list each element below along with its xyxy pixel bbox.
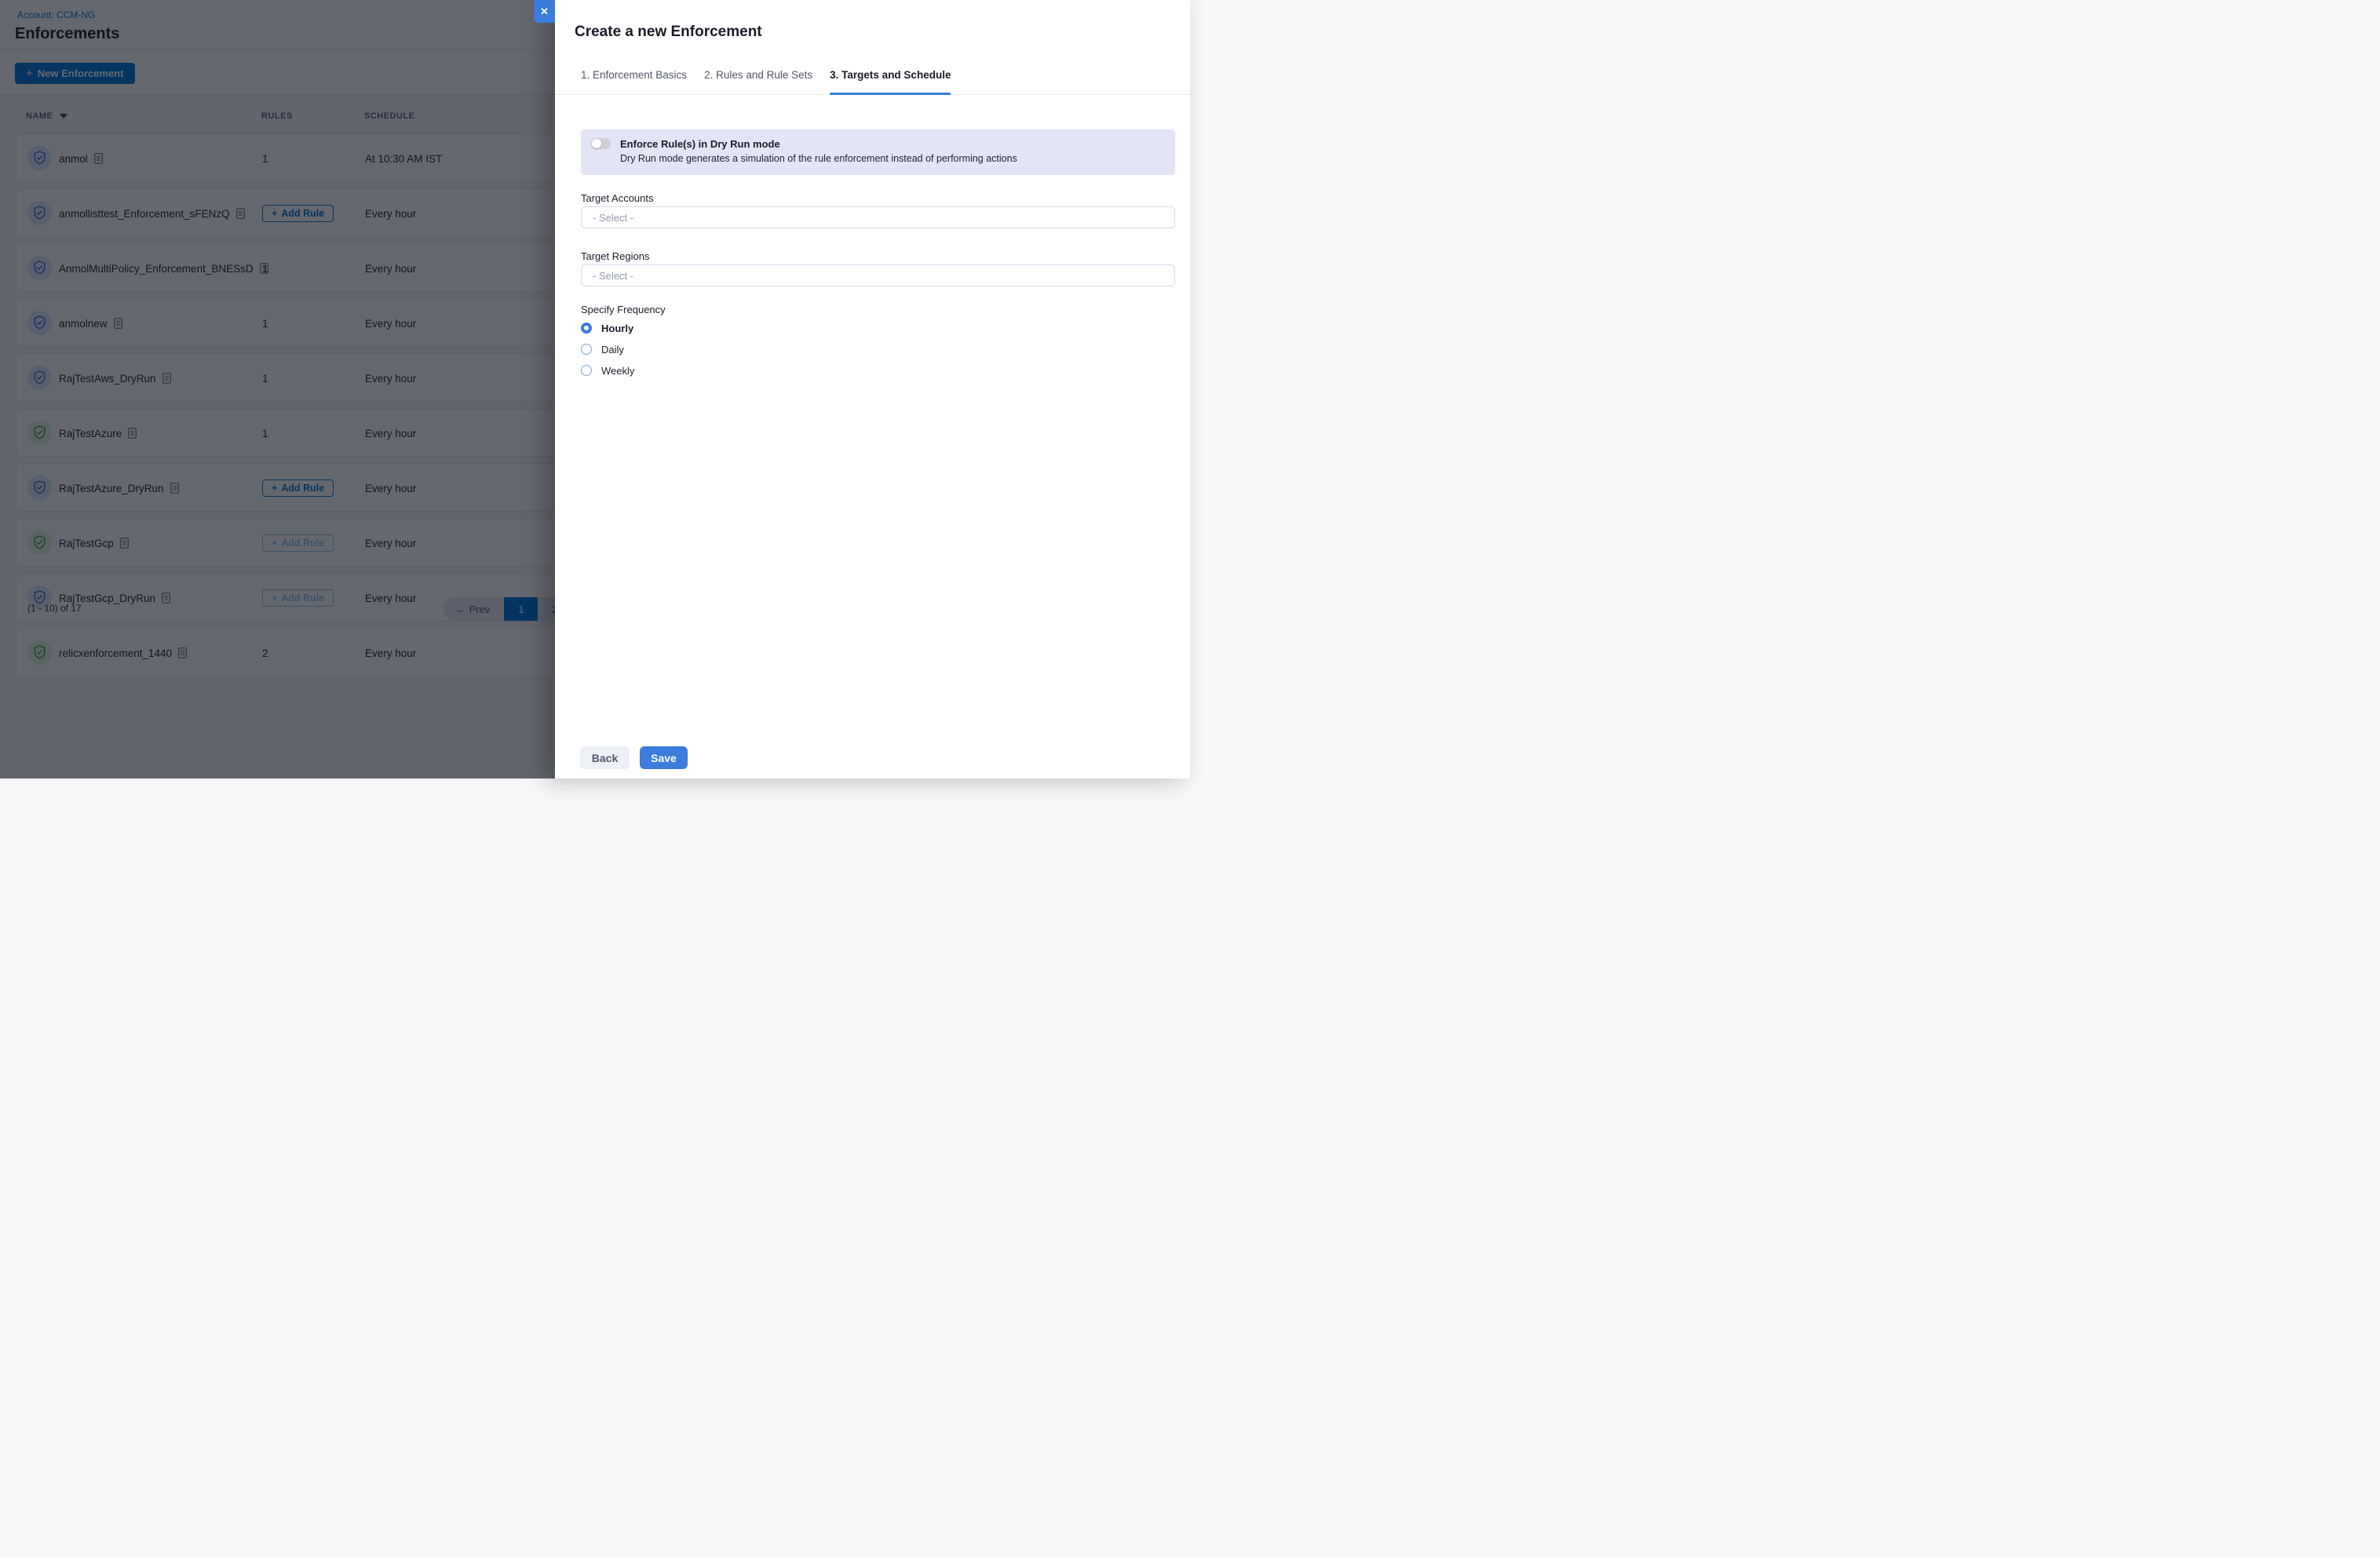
dry-run-banner: Enforce Rule(s) in Dry Run mode Dry Run … [581,129,1175,175]
toggle-knob [592,139,601,148]
target-regions-label: Target Regions [581,250,649,262]
radio-daily[interactable]: Daily [581,341,624,357]
close-drawer-button[interactable]: ✕ [534,0,555,23]
target-accounts-label: Target Accounts [581,192,654,204]
drawer-title: Create a new Enforcement [575,24,762,41]
radio-weekly[interactable]: Weekly [581,363,634,378]
radio-unselected-icon [581,344,592,355]
tab-rules-and-rule-sets[interactable]: 2. Rules and Rule Sets [704,69,812,94]
radio-selected-icon [581,323,592,334]
dry-run-subtitle: Dry Run mode generates a simulation of t… [620,153,1017,164]
modal-backdrop[interactable] [0,0,555,778]
drawer-body: Enforce Rule(s) in Dry Run mode Dry Run … [581,95,1175,778]
tab-targets-and-schedule[interactable]: 3. Targets and Schedule [830,69,951,94]
radio-unselected-icon [581,365,592,376]
create-enforcement-drawer: Create a new Enforcement 1. Enforcement … [555,0,1190,778]
target-regions-select[interactable]: - Select - [581,264,1175,286]
back-button[interactable]: Back [580,746,630,769]
tab-enforcement-basics[interactable]: 1. Enforcement Basics [581,69,687,94]
frequency-label: Specify Frequency [581,304,666,315]
dry-run-toggle[interactable] [591,138,611,149]
close-icon: ✕ [540,5,549,18]
radio-hourly[interactable]: Hourly [581,320,633,336]
target-accounts-select[interactable]: - Select - [581,206,1175,228]
dry-run-title: Enforce Rule(s) in Dry Run mode [620,138,780,150]
save-button[interactable]: Save [640,746,688,769]
wizard-tabs: 1. Enforcement Basics 2. Rules and Rule … [555,69,1190,95]
